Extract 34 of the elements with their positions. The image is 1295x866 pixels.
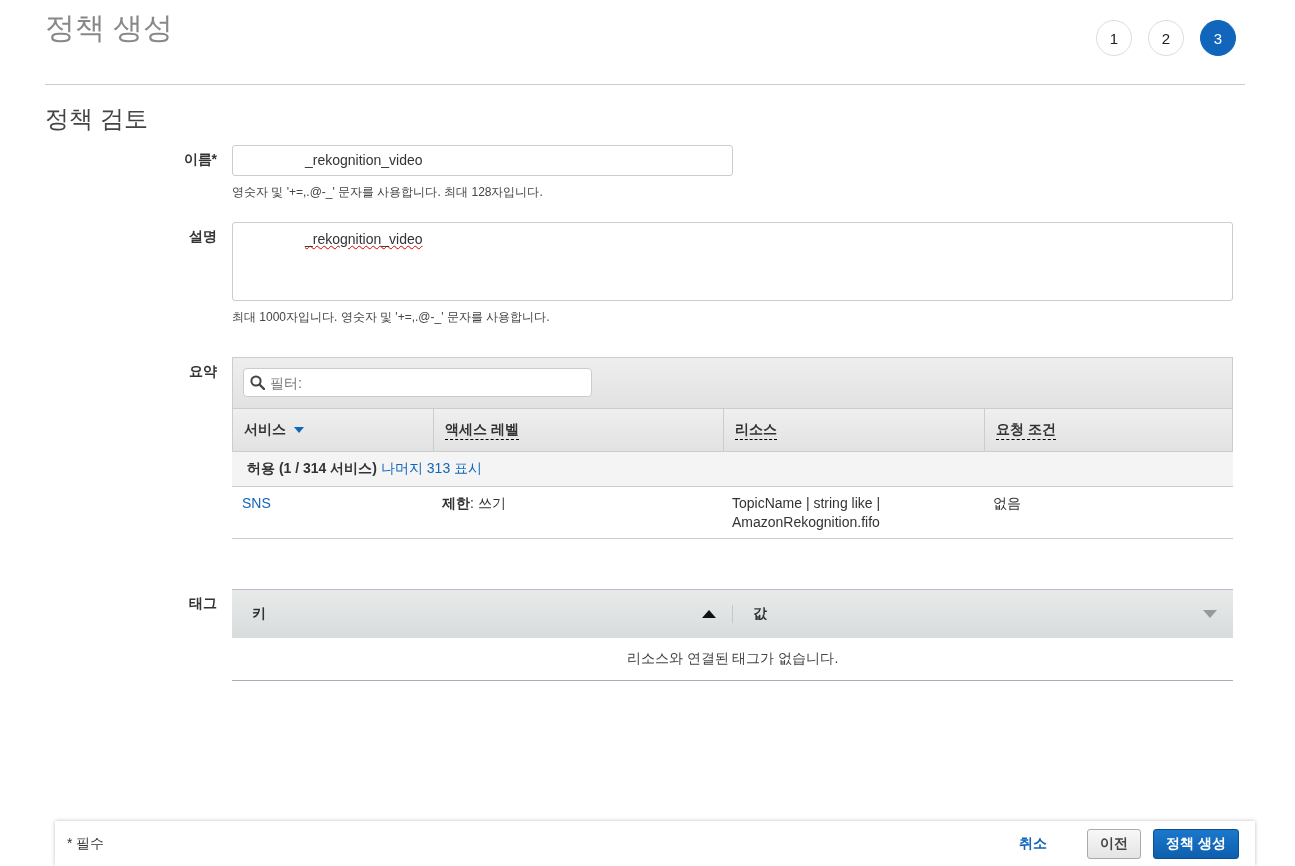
field-label: 태그 [188, 594, 217, 613]
column-header[interactable]: 요청 조건 [984, 409, 1232, 451]
field-label: 설명 [188, 227, 217, 246]
required-note: * 필수 [67, 835, 105, 853]
show-remaining-link[interactable]: 나머지 313 표시 [380, 460, 483, 478]
filter-field[interactable]: 필터: [243, 368, 592, 397]
create-policy-button[interactable]: 정책 생성 [1153, 828, 1239, 859]
column-header[interactable]: 리소스 [723, 409, 984, 451]
empty-message: 리소스와 연결된 태그가 없습니다. [626, 650, 839, 666]
section-title: 정책 검토 [45, 104, 149, 134]
hint-text: 영숫자 및 '+=,.@-_' 문자를 사용합니다. 최대 128자입니다. [232, 184, 544, 201]
page-title: 정책 생성 [45, 10, 174, 46]
previous-button[interactable]: 이전 [1087, 828, 1142, 859]
column-header[interactable]: 키 [232, 605, 733, 623]
column-header[interactable]: 값 [733, 605, 1233, 623]
search-icon [250, 375, 265, 390]
resource-text: TopicName | string like | [732, 495, 882, 511]
field-label: 요약 [188, 362, 217, 381]
service-link[interactable]: SNS [242, 495, 271, 511]
hint-text: 최대 1000자입니다. 영숫자 및 '+=,.@-_' 문자를 사용합니다. [232, 309, 551, 326]
condition-cell: 없음 [993, 495, 1021, 511]
step-indicator[interactable]: 3 [1200, 20, 1236, 56]
sort-ascending-icon [702, 610, 716, 618]
sort-descending-icon [1203, 610, 1217, 618]
access-level-cell: 제한: 쓰기 [442, 495, 506, 511]
description-textarea[interactable]: _rekognition_video [232, 222, 1233, 301]
cancel-button[interactable]: 취소 [1007, 828, 1060, 859]
resource-text: AmazonRekognition.fifo [732, 514, 881, 530]
column-header[interactable]: 액세스 레벨 [433, 409, 723, 451]
column-header[interactable]: 서비스 [233, 409, 433, 451]
sort-caret-icon [294, 427, 304, 433]
group-label: 허용 (1 / 314 서비스) [247, 460, 377, 478]
field-label: 이름* [182, 150, 217, 169]
name-input[interactable]: _rekognition_video [232, 145, 733, 176]
